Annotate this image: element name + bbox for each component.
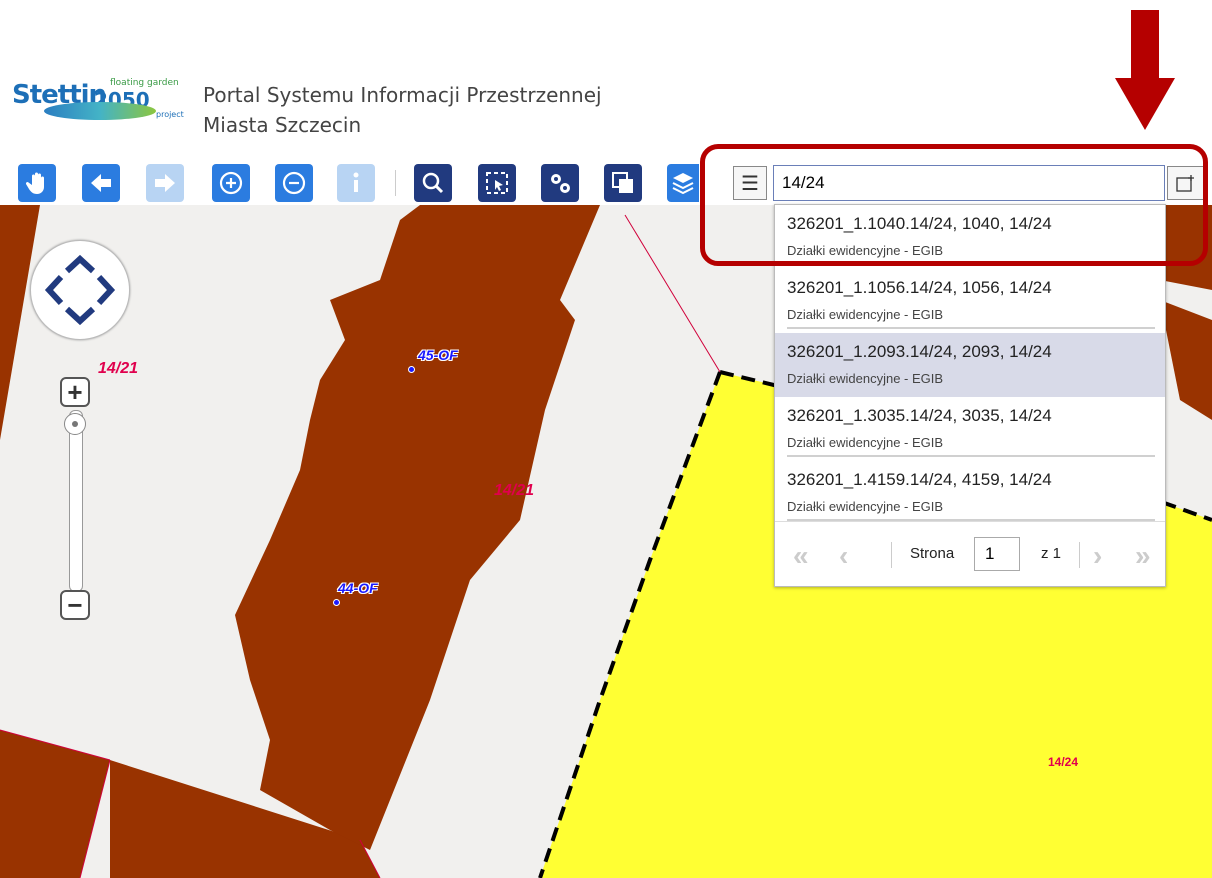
- result-layer: Działki ewidencyjne - EGIB: [787, 499, 944, 514]
- next-page-icon[interactable]: ›: [1093, 540, 1102, 572]
- pager-separator: [891, 542, 892, 568]
- pan-button[interactable]: [18, 164, 56, 202]
- prev-page-icon[interactable]: ‹: [839, 540, 848, 572]
- zoom-in-button[interactable]: [212, 164, 250, 202]
- parcel-label: 14/21: [98, 360, 139, 377]
- annotation-arrow-icon: [1115, 10, 1175, 130]
- arrow-right-icon: [155, 174, 175, 192]
- zoom-out-button[interactable]: [275, 164, 313, 202]
- windows-button[interactable]: [604, 164, 642, 202]
- pan-arrows-icon: [44, 254, 116, 326]
- zoom-in-icon: [219, 171, 243, 195]
- layers-button[interactable]: [667, 164, 699, 202]
- last-page-icon[interactable]: »: [1135, 540, 1151, 572]
- survey-point[interactable]: [333, 599, 340, 606]
- result-divider: [787, 327, 1155, 329]
- zoom-out-icon: [282, 171, 306, 195]
- zoom-slider-handle[interactable]: [64, 413, 86, 435]
- page-count: z 1: [1041, 545, 1062, 562]
- layers-icon: [672, 173, 694, 195]
- search-result-item-selected[interactable]: 326201_1.2093.14/24, 2093, 14/24 Działki…: [775, 333, 1165, 397]
- zoom-out-control[interactable]: −: [60, 590, 90, 620]
- forward-button[interactable]: [146, 164, 184, 202]
- result-title: 326201_1.1056.14/24, 1056, 14/24: [787, 278, 1052, 297]
- result-layer: Działki ewidencyjne - EGIB: [787, 307, 944, 322]
- result-layer: Działki ewidencyjne - EGIB: [787, 435, 944, 450]
- results-pager: « ‹ Strona z 1 › »: [775, 521, 1165, 587]
- zoom-slider[interactable]: [69, 410, 83, 592]
- portal-title: Portal Systemu Informacji Przestrzennej …: [203, 80, 602, 140]
- header: floating garden Stettin 2050 project Por…: [0, 0, 1212, 165]
- result-title: 326201_1.3035.14/24, 3035, 14/24: [787, 406, 1052, 425]
- select-icon: [486, 172, 508, 194]
- result-divider: [787, 455, 1155, 457]
- page-label: Strona: [910, 545, 955, 562]
- page-number-input[interactable]: [974, 537, 1020, 571]
- tools-button[interactable]: [541, 164, 579, 202]
- arrow-left-icon: [91, 174, 111, 192]
- search-icon: [422, 172, 444, 194]
- info-button[interactable]: [337, 164, 375, 202]
- portal-title-line1: Portal Systemu Informacji Przestrzennej: [203, 83, 602, 107]
- hand-icon: [25, 172, 44, 194]
- result-layer: Działki ewidencyjne - EGIB: [787, 371, 944, 386]
- annotation-highlight-box: [700, 144, 1208, 266]
- gears-icon: [551, 174, 570, 193]
- windows-icon: [612, 172, 633, 193]
- select-button[interactable]: [478, 164, 516, 202]
- logo-tagline-bottom: project: [156, 110, 184, 119]
- stettin-2050-logo[interactable]: floating garden Stettin 2050 project: [12, 78, 184, 122]
- parcel-label: 14/21: [494, 482, 535, 499]
- search-result-item[interactable]: 326201_1.1056.14/24, 1056, 14/24 Działki…: [775, 269, 1165, 333]
- point-label: 44-OF: [338, 580, 378, 596]
- back-button[interactable]: [82, 164, 120, 202]
- logo-tagline-top: floating garden: [110, 78, 179, 88]
- pager-separator: [1079, 542, 1080, 568]
- survey-point[interactable]: [408, 366, 415, 373]
- info-icon: [353, 172, 359, 192]
- search-result-item[interactable]: 326201_1.4159.14/24, 4159, 14/24 Działki…: [775, 461, 1165, 525]
- zoom-in-control[interactable]: +: [60, 377, 90, 407]
- result-title: 326201_1.2093.14/24, 2093, 14/24: [787, 342, 1052, 361]
- first-page-icon[interactable]: «: [793, 540, 809, 572]
- toolbar-separator: [395, 170, 396, 196]
- map-toolbar: [0, 162, 730, 202]
- pan-control[interactable]: [30, 240, 130, 340]
- parcel-label: 14/24: [1048, 755, 1079, 769]
- point-label: 45-OF: [418, 347, 458, 363]
- logo-wave-icon: [44, 102, 156, 120]
- result-title: 326201_1.4159.14/24, 4159, 14/24: [787, 470, 1052, 489]
- search-button[interactable]: [414, 164, 452, 202]
- portal-title-line2: Miasta Szczecin: [203, 113, 362, 137]
- search-result-item[interactable]: 326201_1.3035.14/24, 3035, 14/24 Działki…: [775, 397, 1165, 461]
